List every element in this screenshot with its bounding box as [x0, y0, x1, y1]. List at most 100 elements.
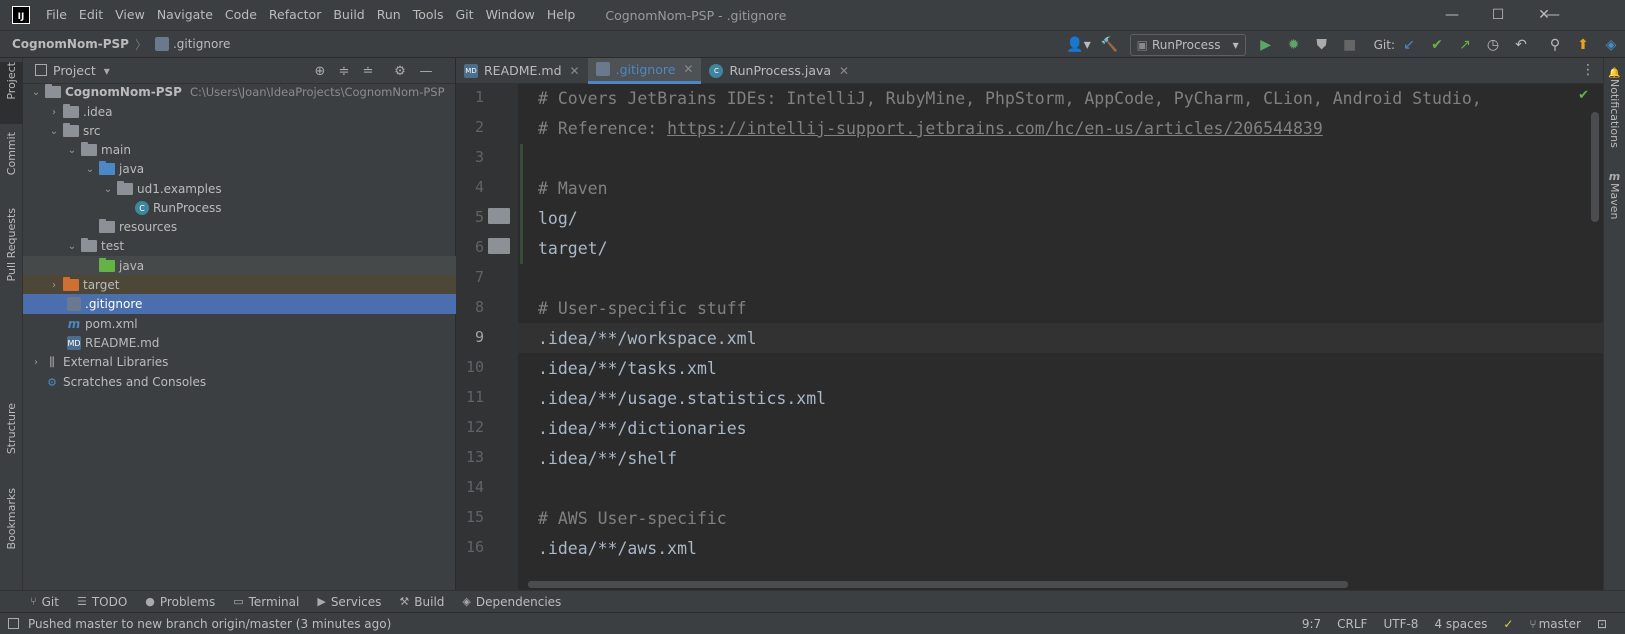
menu-git[interactable]: Git — [450, 0, 480, 30]
bottom-tool-bar: ⑂ Git ☰ TODO ● Problems ▭ Terminal ▶ Services… — [0, 590, 1625, 612]
account-icon[interactable]: 👤▾ — [1064, 33, 1094, 57]
tree-item-package[interactable]: ⌄ ud1.examples — [23, 179, 456, 199]
menu-file[interactable]: File — [40, 0, 73, 30]
tool-tab-maven[interactable]: m Maven — [1608, 170, 1621, 219]
tree-item-main[interactable]: ⌄ main — [23, 140, 456, 160]
tree-item-test-java[interactable]: java — [23, 256, 456, 276]
tool-tab-project[interactable]: Project — [0, 62, 23, 124]
vertical-scrollbar[interactable] — [1591, 112, 1599, 222]
tree-item-project-root[interactable]: ⌄ CognomNom-PSP C:\Users\Joan\IdeaProjec… — [23, 82, 456, 102]
status-message[interactable]: Pushed master to new branch origin/maste… — [28, 617, 391, 631]
tool-window-dependencies[interactable]: ◈ Dependencies — [462, 595, 561, 609]
breadcrumb-file[interactable]: .gitignore — [153, 37, 230, 51]
git-branch-widget[interactable]: master — [1539, 617, 1581, 631]
maximize-window-button[interactable]: ☐ — [1475, 0, 1521, 30]
horizontal-scrollbar[interactable] — [528, 581, 1348, 588]
menu-help[interactable]: Help — [541, 0, 582, 30]
code-line-2: # Reference: https://intellij-support.je… — [538, 114, 1323, 144]
minimize-window-button[interactable]: — — [1429, 0, 1475, 30]
chevron-right-icon: › — [34, 356, 38, 368]
tree-item-runprocess[interactable]: C RunProcess — [23, 198, 456, 218]
more-tabs-icon[interactable]: ⋮ — [1581, 62, 1595, 78]
menu-edit[interactable]: Edit — [73, 0, 109, 30]
java-class-icon: C — [709, 63, 724, 78]
search-icon[interactable]: ⚲ — [1543, 33, 1567, 57]
tool-window-problems[interactable]: ● Problems — [145, 595, 215, 609]
tool-window-todo[interactable]: ☰ TODO — [77, 595, 127, 609]
tree-item-pom[interactable]: m pom.xml — [23, 314, 456, 334]
coverage-icon[interactable]: ⛊ — [1310, 33, 1334, 57]
breadcrumb-project[interactable]: CognomNom-PSP — [12, 37, 129, 51]
tree-item-test[interactable]: ⌄ test — [23, 236, 456, 256]
tool-window-build[interactable]: ⚒ Build — [399, 595, 444, 609]
lock-icon[interactable]: ⊡ — [1597, 617, 1607, 631]
tree-item-gitignore[interactable]: .gitignore — [23, 294, 456, 314]
tool-tab-pull-requests[interactable]: Pull Requests — [0, 208, 23, 303]
git-update-icon[interactable]: ↙ — [1397, 33, 1421, 57]
gear-icon[interactable]: ⚙ — [391, 62, 409, 80]
tree-item-target[interactable]: › target — [23, 275, 456, 295]
tool-tab-structure[interactable]: Structure — [0, 403, 23, 473]
chevron-down-icon[interactable]: ▾ — [104, 64, 110, 78]
collapse-all-icon[interactable]: ≐ — [359, 62, 377, 80]
hide-panel-icon[interactable]: — — [417, 62, 435, 80]
menu-refactor[interactable]: Refactor — [263, 0, 327, 30]
tree-item-main-java[interactable]: ⌄ java — [23, 159, 456, 179]
close-icon[interactable]: ✕ — [570, 64, 580, 78]
tree-item-resources[interactable]: resources — [23, 217, 456, 237]
menu-window[interactable]: Window — [480, 0, 541, 30]
code-url-link[interactable]: https://intellij-support.jetbrains.com/h… — [667, 119, 1323, 138]
debug-icon[interactable]: ✹ — [1282, 33, 1306, 57]
tool-window-services[interactable]: ▶ Services — [317, 595, 381, 609]
tool-tab-bookmarks[interactable]: Bookmarks — [0, 488, 23, 568]
close-window-button[interactable]: ✕ — [1521, 0, 1567, 30]
close-icon[interactable]: ✕ — [839, 64, 849, 78]
file-encoding[interactable]: UTF-8 — [1383, 617, 1418, 631]
git-rollback-icon[interactable]: ↶ — [1509, 33, 1533, 57]
tree-item-external-libraries[interactable]: › ⫼ External Libraries — [23, 352, 456, 372]
code-comment: # Reference: — [538, 119, 668, 138]
menu-tools[interactable]: Tools — [407, 0, 450, 30]
tree-item-idea[interactable]: › .idea — [23, 102, 456, 122]
tree-item-label: src — [83, 124, 101, 138]
run-icon[interactable]: ▶ — [1254, 33, 1278, 57]
tree-item-scratches[interactable]: ⚙ Scratches and Consoles — [23, 372, 456, 392]
tool-window-git[interactable]: ⑂ Git — [30, 595, 59, 609]
tool-window-terminal[interactable]: ▭ Terminal — [233, 595, 299, 609]
menu-build[interactable]: Build — [327, 0, 370, 30]
tab-gitignore[interactable]: .gitignore ✕ — [587, 57, 702, 84]
tree-item-readme[interactable]: MD README.md — [23, 333, 456, 353]
expand-all-icon[interactable]: ≑ — [335, 62, 353, 80]
menu-navigate[interactable]: Navigate — [151, 0, 219, 30]
stop-icon[interactable]: ■ — [1338, 33, 1362, 57]
build-hammer-icon[interactable]: 🔨 — [1098, 33, 1122, 57]
menu-run[interactable]: Run — [371, 0, 407, 30]
run-configuration-dropdown[interactable]: ▣ RunProcess ▾ — [1129, 34, 1246, 56]
caret-position[interactable]: 9:7 — [1302, 617, 1321, 631]
tool-tab-notifications[interactable]: 🔔 Notifications — [1608, 68, 1621, 148]
jetbrains-toolbox-icon[interactable]: ◈ — [1599, 33, 1623, 57]
tool-tab-commit[interactable]: Commit — [0, 132, 23, 192]
code-editor[interactable]: 1 2 3 4 5 6 7 8 9 10 11 12 13 14 15 16 #… — [456, 84, 1603, 590]
git-push-icon[interactable]: ↗ — [1453, 33, 1477, 57]
tab-runprocess[interactable]: C RunProcess.java ✕ — [701, 58, 857, 84]
project-panel-title[interactable]: Project — [53, 63, 96, 78]
tree-item-src[interactable]: ⌄ src — [23, 121, 456, 141]
git-history-icon[interactable]: ◷ — [1481, 33, 1505, 57]
toggle-tool-windows-icon[interactable] — [8, 618, 19, 629]
close-icon[interactable]: ✕ — [683, 62, 693, 76]
menu-code[interactable]: Code — [219, 0, 263, 30]
indent-setting[interactable]: 4 spaces — [1434, 617, 1487, 631]
locate-icon[interactable]: ⊕ — [311, 62, 329, 80]
code-with-me-icon[interactable]: ✓ — [1503, 617, 1513, 631]
git-commit-icon[interactable]: ✔ — [1425, 33, 1449, 57]
line-separator[interactable]: CRLF — [1337, 617, 1367, 631]
update-icon[interactable]: ⬆ — [1571, 33, 1595, 57]
tab-readme[interactable]: MD README.md ✕ — [456, 58, 588, 84]
chevron-down-icon: ▾ — [1232, 38, 1239, 52]
scratches-icon: ⚙ — [47, 375, 57, 389]
menu-view[interactable]: View — [109, 0, 151, 30]
vcs-change-marker[interactable] — [520, 144, 523, 264]
inspection-ok-icon[interactable]: ✔ — [1578, 88, 1589, 103]
intellij-logo-icon: IJ — [12, 6, 30, 24]
